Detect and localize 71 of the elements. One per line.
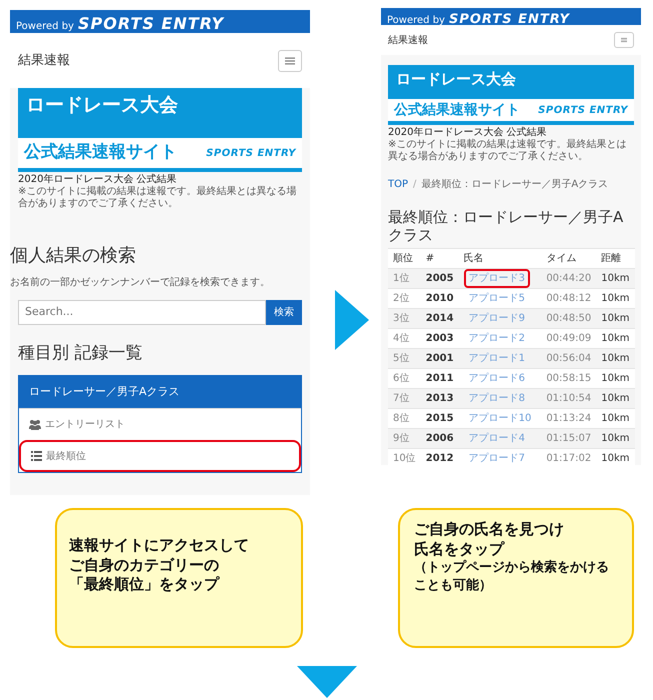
rank-cell: 3位 [388, 308, 421, 328]
bib-number-cell: 2001 [420, 348, 459, 368]
search-field[interactable]: Search... [18, 300, 266, 325]
callout-text: 「最終順位」をタップ [69, 575, 221, 594]
help-text: お名前の一部かゼッケンナンバーで記録を検索できます。 [10, 276, 271, 290]
runner-name-link[interactable]: アプロード2 [464, 328, 530, 348]
powered-by-text: Powered by [16, 20, 74, 34]
bib-number-cell: 2012 [420, 448, 459, 468]
distance-cell: 10km [596, 428, 634, 448]
banner-title: ロードレース大会 [18, 88, 302, 138]
list-icon [31, 451, 42, 461]
banner-brand-text: SPORTS ENTRY [206, 146, 296, 160]
rank-cell: 10位 [388, 448, 421, 468]
banner-subtitle: 公式結果速報サイト [24, 141, 177, 164]
menu-icon [621, 35, 627, 45]
section-heading: 種目別 記録一覧 [18, 342, 144, 365]
menu-icon [285, 56, 295, 66]
people-icon [29, 419, 41, 430]
time-cell: 00:48:50 [541, 308, 596, 328]
bib-number-cell: 2013 [420, 388, 459, 408]
distance-cell: 10km [596, 348, 634, 368]
runner-name-link[interactable]: アプロード7 [464, 448, 530, 468]
notice-title: 2020年ロードレース大会 公式結果 [388, 127, 548, 138]
distance-cell: 10km [596, 388, 634, 408]
banner-title: ロードレース大会 [388, 65, 634, 99]
time-cell: 01:15:07 [541, 428, 596, 448]
callout-text: 速報サイトにアクセスして [69, 536, 250, 556]
right-arrow-icon [335, 290, 369, 350]
rank-cell: 5位 [388, 348, 421, 368]
bib-number-cell: 2014 [420, 308, 459, 328]
search-button[interactable]: 検索 [266, 300, 302, 325]
time-cell: 00:44:20 [541, 268, 596, 288]
distance-cell: 10km [596, 308, 634, 328]
notice-text: ※このサイトに掲載の結果は速報です。最終結果とは異なる場合がありますのでご了承ください。 [18, 186, 298, 210]
time-cell: 01:17:02 [541, 448, 596, 468]
runner-name-link[interactable]: アプロード5 [464, 288, 530, 308]
menu-button[interactable] [278, 50, 302, 72]
callout-text: 氏名をタップ [414, 540, 506, 559]
distance-cell: 10km [596, 448, 634, 468]
down-arrow-icon [296, 666, 356, 698]
breadcrumb-link[interactable]: TOP [388, 179, 408, 190]
section-heading: 個人結果の検索 [10, 244, 137, 268]
bib-number-cell: 2006 [420, 428, 459, 448]
brand-logo-text: SPORTS ENTRY [78, 13, 224, 35]
site-title: 結果速報 [388, 34, 428, 48]
distance-cell: 10km [596, 268, 634, 288]
site-title: 結果速報 [18, 52, 70, 70]
bib-number-cell: 2005 [420, 268, 459, 288]
category-header: ロードレーサー／男子Aクラス [19, 376, 301, 408]
callout-text: ご自身の氏名を見つけ [414, 520, 565, 540]
callout-note: （トップページから検索をかけることも可能） [414, 559, 610, 596]
callout-text: ご自身のカテゴリーの [69, 556, 220, 575]
rank-cell: 7位 [388, 388, 421, 408]
time-cell: 00:56:04 [541, 348, 596, 368]
page-heading: 最終順位：ロードレーサー／男子Aクラス [387, 207, 624, 246]
runner-name-link[interactable]: アプロード10 [464, 408, 536, 428]
powered-by-text: Powered by [387, 14, 445, 28]
banner-subtitle: 公式結果速報サイト [394, 100, 520, 120]
notice-title: 2020年ロードレース大会 公式結果 [18, 174, 178, 186]
brand-logo-text: SPORTS ENTRY [448, 11, 570, 29]
runner-name-link[interactable]: アプロード3 [464, 268, 530, 288]
notice-text: ※このサイトに掲載の結果は速報です。最終結果とは異なる場合がありますのでご了承ください。 [388, 139, 628, 163]
banner-brand-text: SPORTS ENTRY [538, 104, 628, 118]
breadcrumb-separator: / [413, 179, 416, 190]
category-link[interactable]: エントリーリスト [19, 408, 301, 440]
runner-name-link[interactable]: アプロード6 [464, 368, 530, 388]
rank-cell: 1位 [388, 268, 421, 288]
breadcrumb-current: 最終順位：ロードレーサー／男子Aクラス [421, 179, 608, 190]
category-link[interactable]: 最終順位 [19, 440, 301, 472]
rank-cell: 9位 [388, 428, 421, 448]
time-cell: 01:10:54 [541, 388, 596, 408]
